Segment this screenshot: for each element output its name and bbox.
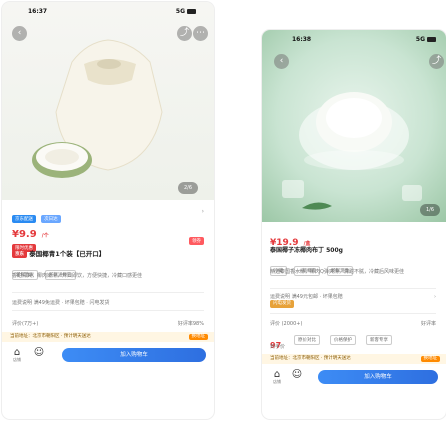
image-pager: 2/6: [177, 182, 198, 194]
compare-item-2: 价格保护: [330, 335, 356, 345]
change-address-button[interactable]: 换地址: [420, 356, 440, 362]
price-compare-row: 97 到手价 原价对比 价格保护 新客专享: [270, 333, 436, 351]
bottom-action-bar: ⌂ 店铺 ☺ 加入购物车: [262, 366, 446, 388]
shipping-row[interactable]: 运费说明 满49免运费 · 坏果包赔 · 闪电发货: [12, 299, 204, 307]
more-button[interactable]: ⋯: [193, 26, 208, 41]
status-bar: 16:37 5G: [2, 2, 214, 20]
compare-item-1: 原价对比: [294, 335, 320, 345]
shipping-row[interactable]: 运费说明 满49元包邮 · 坏果包赔 闪电发货 ›: [270, 294, 436, 308]
share-button[interactable]: ⤴: [429, 54, 444, 69]
product-page-coconut: 16:37 5G ‹ ⤴ ⋯ 2/6 京东配送 次日达 › ¥9.9 /个 限时…: [2, 2, 214, 419]
jd-badge: 京东: [12, 250, 27, 258]
review-label: 评价 (2000+): [270, 321, 303, 327]
review-row[interactable]: 评价 (2000+) 好评率: [270, 320, 436, 328]
tag-row: 冷藏 一级椰肉 新鲜现做: [270, 257, 436, 276]
divider: [12, 310, 204, 311]
chevron-right-icon[interactable]: ›: [202, 208, 204, 215]
signal-indicator: 5G: [176, 8, 196, 15]
bottom-action-bar: ⌂ 店铺 ☺ 加入购物车: [2, 344, 214, 366]
back-button[interactable]: ‹: [12, 26, 27, 41]
product-image-jelly[interactable]: 16:38 5G ‹ ⤴ 1/6: [262, 30, 446, 222]
status-time: 16:38: [292, 36, 312, 43]
price-row: ¥19.9 /盒: [270, 230, 436, 248]
price-row: ¥9.9 /个: [12, 222, 204, 240]
review-rate: 好评率: [420, 321, 436, 327]
product-title: 泰国椰青1个装【已开口】: [29, 250, 106, 258]
product-title: 泰国椰子冻椰肉布丁 500g: [270, 247, 343, 254]
promo-row: 京东配送 次日达 ›: [12, 208, 204, 223]
chevron-right-icon: ›: [434, 294, 436, 300]
battery-icon: [187, 9, 196, 14]
coupon-tag[interactable]: 领券: [189, 237, 204, 245]
jelly-illustration: [282, 92, 422, 210]
status-time: 16:37: [28, 8, 48, 15]
review-row[interactable]: 评价(7万+) 好评率98%: [12, 320, 204, 328]
customer-service-icon[interactable]: ☺: [290, 369, 304, 383]
product-desc: 香甜清爽，椰肉嫩滑，开口即饮，方便快捷，冷藏口感更佳: [12, 273, 143, 279]
address-notice: 当前地址：北京市朝阳区 · 预计明天送达 换地址: [262, 354, 446, 364]
divider: [270, 288, 436, 289]
customer-service-icon[interactable]: ☺: [32, 347, 46, 361]
signal-indicator: 5G: [416, 36, 436, 43]
compare-item-3: 新客专享: [366, 335, 392, 345]
address-notice: 当前地址：北京市朝阳区 · 预计明天送达 换地址: [2, 332, 214, 342]
image-pager: 1/6: [419, 204, 440, 216]
promo-tag-row: 限时优惠 领券: [12, 237, 204, 252]
divider: [270, 313, 436, 314]
battery-icon: [427, 37, 436, 42]
product-page-coconut-jelly: 16:38 5G ‹ ⤴ 1/6 ¥19.9 /盒 泰国椰子冻椰肉布丁 500g…: [262, 30, 446, 419]
store-icon[interactable]: ⌂ 店铺: [10, 347, 24, 362]
status-bar: 16:38 5G: [262, 30, 446, 48]
tag-row: 新鲜直发 买就送吸管: [12, 261, 204, 280]
notice-text: 当前地址：北京市朝阳区 · 预计明天送达: [10, 334, 91, 339]
product-desc: 精选泰国香水椰，椰肉Q弹爽滑，清甜不腻，冷藏后风味更佳: [270, 269, 404, 275]
title-row: 京东 泰国椰青1个装【已开口】: [12, 248, 204, 258]
add-to-cart-button[interactable]: 加入购物车: [318, 370, 438, 384]
divider: [12, 292, 204, 293]
review-rate: 好评率98%: [177, 321, 204, 327]
review-label: 评价(7万+): [12, 321, 39, 327]
back-button[interactable]: ‹: [274, 54, 289, 69]
compare-label: 到手价: [270, 344, 286, 350]
notice-text: 当前地址：北京市朝阳区 · 预计明天送达: [270, 356, 351, 361]
add-to-cart-button[interactable]: 加入购物车: [62, 348, 206, 362]
share-button[interactable]: ⤴: [177, 26, 192, 41]
change-address-button[interactable]: 换地址: [188, 334, 208, 340]
store-icon[interactable]: ⌂ 店铺: [270, 369, 284, 384]
product-image-coconut[interactable]: 16:37 5G ‹ ⤴ ⋯ 2/6: [2, 2, 214, 200]
